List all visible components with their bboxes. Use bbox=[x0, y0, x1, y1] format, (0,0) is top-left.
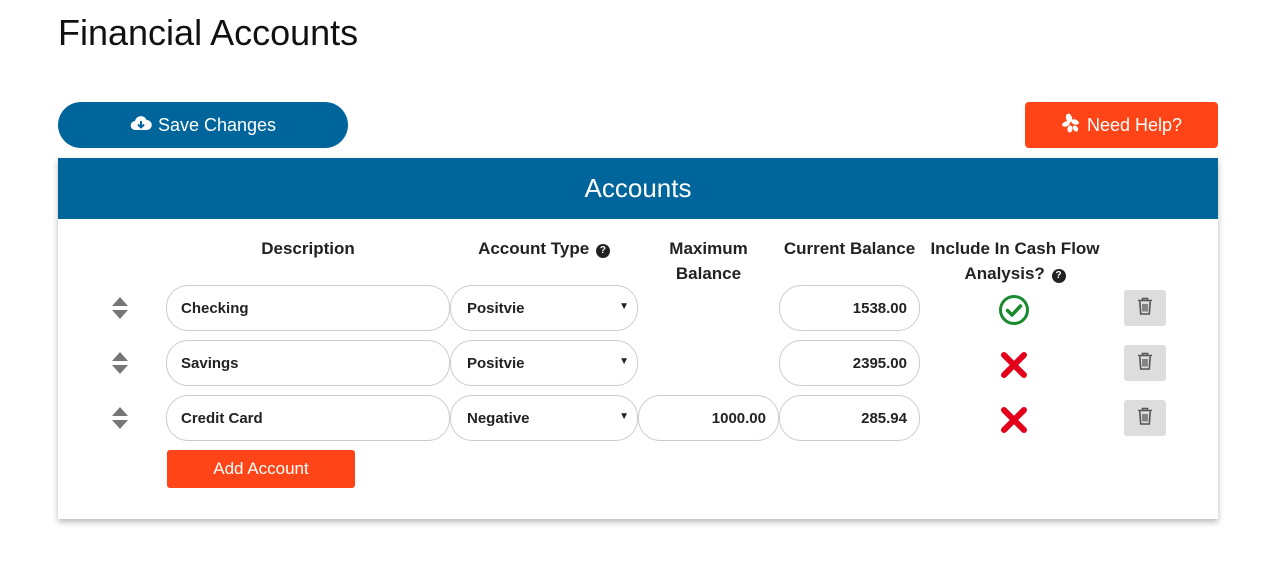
drag-handle-icon[interactable] bbox=[111, 296, 129, 320]
account-row: Checking Positvie ▼ 1538.00 bbox=[58, 285, 1218, 331]
delete-button[interactable] bbox=[1124, 345, 1166, 381]
caret-down-icon: ▼ bbox=[619, 301, 629, 312]
include-label-line2: Analysis? bbox=[964, 264, 1045, 283]
delete-button[interactable] bbox=[1124, 290, 1166, 326]
x-icon[interactable] bbox=[998, 349, 1030, 381]
account-type-select[interactable]: Positvie ▼ bbox=[450, 340, 638, 386]
need-help-button[interactable]: Need Help? bbox=[1025, 102, 1218, 148]
add-account-button[interactable]: Add Account bbox=[167, 450, 355, 488]
question-circle-icon[interactable]: ? bbox=[1051, 268, 1066, 283]
trash-icon bbox=[1137, 297, 1153, 320]
delete-button[interactable] bbox=[1124, 400, 1166, 436]
need-help-label: Need Help? bbox=[1086, 114, 1183, 135]
drag-handle-icon[interactable] bbox=[111, 351, 129, 375]
account-row: Savings Positvie ▼ 2395.00 bbox=[58, 340, 1218, 386]
accounts-panel: Accounts Description Account Type ? Maxi… bbox=[58, 158, 1218, 519]
description-input[interactable]: Credit Card bbox=[166, 395, 450, 441]
caret-down-icon: ▼ bbox=[619, 411, 629, 422]
column-header-description: Description bbox=[261, 239, 355, 258]
save-changes-label: Save Changes bbox=[157, 114, 277, 135]
column-header-current-balance: Current Balance bbox=[783, 239, 916, 258]
current-balance-input[interactable]: 1538.00 bbox=[779, 285, 920, 331]
cloud-download-icon bbox=[130, 114, 152, 137]
current-balance-input[interactable]: 285.94 bbox=[779, 395, 920, 441]
trash-icon bbox=[1137, 352, 1153, 375]
description-input[interactable]: Checking bbox=[166, 285, 450, 331]
trash-icon bbox=[1137, 407, 1153, 430]
balance-label: Balance bbox=[675, 264, 742, 283]
account-type-select[interactable]: Negative ▼ bbox=[450, 395, 638, 441]
current-balance-input[interactable]: 2395.00 bbox=[779, 340, 920, 386]
maximum-label: Maximum bbox=[669, 239, 748, 258]
account-type-value: Positvie bbox=[467, 354, 525, 372]
question-circle-icon[interactable]: ? bbox=[595, 243, 610, 258]
help-icon bbox=[1061, 113, 1081, 138]
check-circle-icon[interactable] bbox=[998, 294, 1030, 326]
account-type-select[interactable]: Positvie ▼ bbox=[450, 285, 638, 331]
description-input[interactable]: Savings bbox=[166, 340, 450, 386]
account-row: Credit Card Negative ▼ 1000.00 285.94 bbox=[58, 395, 1218, 441]
column-header-include-cash-flow: Include In Cash Flow Analysis? ? bbox=[920, 236, 1110, 286]
include-label-line1: Include In Cash Flow bbox=[930, 239, 1100, 258]
account-type-label: Account Type bbox=[478, 239, 590, 258]
page-title: Financial Accounts bbox=[58, 12, 359, 53]
account-type-value: Positvie bbox=[467, 299, 525, 317]
x-icon[interactable] bbox=[998, 404, 1030, 436]
drag-handle-icon[interactable] bbox=[111, 406, 129, 430]
account-type-value: Negative bbox=[467, 409, 530, 427]
maximum-balance-input[interactable]: 1000.00 bbox=[638, 395, 779, 441]
include-label-line2-wrap: Analysis? ? bbox=[920, 261, 1110, 286]
save-changes-button[interactable]: Save Changes bbox=[58, 102, 348, 148]
panel-title: Accounts bbox=[58, 158, 1218, 219]
column-header-account-type: Account Type ? bbox=[450, 236, 638, 261]
caret-down-icon: ▼ bbox=[619, 356, 629, 367]
column-header-maximum-balance: Maximum Balance bbox=[638, 236, 779, 286]
